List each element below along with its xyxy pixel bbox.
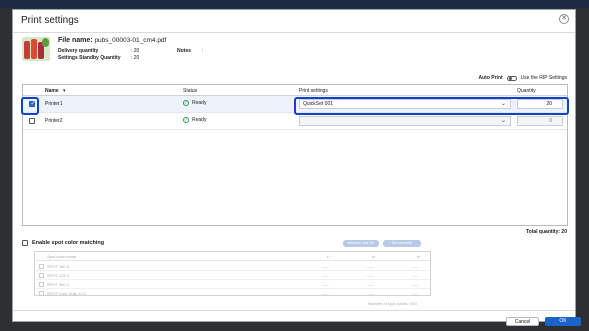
- col-status: Status: [183, 88, 198, 94]
- auto-print-toggle[interactable]: [506, 75, 517, 81]
- spot-checkbox: [39, 290, 44, 296]
- printers-table-header: Name ▾ Status Print settings Quantity: [23, 85, 567, 96]
- col-a: a*: [372, 254, 376, 259]
- col-spot-name: Spot color name: [47, 254, 77, 259]
- file-name-label: File name:: [58, 37, 93, 44]
- notes-label: Notes: [177, 48, 191, 54]
- total-quantity-text: Total quantity: 20: [525, 229, 567, 235]
- print-settings-dialog: Print settings ✕ File name: pubs_00003-0…: [12, 9, 581, 326]
- spot-a: -----: [367, 281, 374, 287]
- spot-table-header: Spot color name L* a* b*: [35, 252, 430, 261]
- file-thumbnail: [22, 37, 50, 61]
- highlight-checkbox: [21, 97, 39, 115]
- col-b: b*: [417, 254, 421, 259]
- list-item: SPOT Cool Gray 11 C ----- ----- -----: [35, 288, 430, 297]
- col-l: L*: [327, 254, 331, 259]
- table-row[interactable]: Printer2 ✓ Ready ⌄ 0: [23, 113, 567, 130]
- spot-name: SPOT 123 C: [47, 272, 70, 278]
- close-icon[interactable]: ✕: [559, 14, 569, 24]
- spot-b: -----: [412, 272, 419, 278]
- spot-l: -----: [322, 263, 329, 269]
- delivery-quantity-label: Delivery quantity: [58, 48, 99, 54]
- delivery-quantity: Delivery quantity: [58, 48, 98, 54]
- spot-name: SPOT 300 C: [47, 281, 70, 287]
- spot-checkbox: [39, 263, 44, 269]
- title-divider: [13, 32, 575, 33]
- spot-b: -----: [412, 263, 419, 269]
- settings-standby-quantity: Settings Standby Quantity: [58, 55, 121, 61]
- spot-l: -----: [322, 281, 329, 287]
- app-backdrop: [0, 0, 589, 8]
- footer-divider: [13, 310, 575, 311]
- quantity-input[interactable]: 0: [517, 116, 563, 126]
- cancel-button[interactable]: Cancel: [506, 317, 539, 326]
- spot-a: -----: [367, 290, 374, 296]
- spot-name: SPOT Cool Gray 11 C: [47, 290, 87, 296]
- spot-b: -----: [412, 290, 419, 296]
- printer-status: ✓ Ready: [183, 117, 206, 123]
- printer-status: ✓ Ready: [183, 100, 206, 106]
- delivery-quantity-value: : 20: [131, 48, 140, 54]
- printer-name: Printer1: [45, 101, 63, 107]
- total-quantity: Total quantity: 20: [526, 229, 567, 235]
- spot-color-count: Number of spot colors: 0/10: [368, 301, 418, 306]
- notes: Notes: [177, 48, 191, 54]
- col-print-settings: Print settings: [299, 88, 328, 94]
- printer-name: Printer2: [45, 118, 63, 124]
- row-checkbox[interactable]: [29, 118, 35, 124]
- status-text: Ready: [192, 100, 207, 106]
- file-name-value: pubs_00003-01_cm4.pdf: [94, 37, 167, 44]
- spot-color-checkbox[interactable]: [22, 240, 28, 246]
- settings-standby-value: : 20: [131, 55, 140, 61]
- col-name[interactable]: Name: [45, 88, 59, 94]
- auto-print-toggle-label: Use the RIP Settings: [520, 75, 567, 81]
- spot-a: -----: [367, 263, 374, 269]
- spot-b: -----: [412, 281, 419, 287]
- notes-value: :: [202, 48, 204, 54]
- spot-a: -----: [367, 272, 374, 278]
- spot-checkbox: [39, 272, 44, 278]
- spot-color-label: Enable spot color matching: [32, 240, 105, 246]
- col-quantity: Quantity: [517, 88, 536, 94]
- file-name: File name: pubs_00003-01_cm4.pdf: [58, 37, 166, 44]
- chevron-down-icon: ⌄: [500, 118, 506, 124]
- spot-l: -----: [322, 290, 329, 296]
- status-text: Ready: [192, 117, 207, 123]
- set-manually-button[interactable]: Set Manually: [383, 240, 421, 247]
- print-settings-select[interactable]: ⌄: [299, 116, 511, 126]
- ok-button[interactable]: OK: [545, 317, 581, 326]
- ready-icon: ✓: [183, 117, 189, 123]
- sort-arrow-icon[interactable]: ▾: [63, 88, 66, 94]
- dialog-title: Print settings: [21, 15, 79, 26]
- highlight-settings: [294, 97, 569, 115]
- ready-icon: ✓: [183, 100, 189, 106]
- spot-checkbox: [39, 281, 44, 287]
- spot-color-toggle[interactable]: Enable spot color matching: [22, 240, 104, 246]
- spot-l: -----: [322, 272, 329, 278]
- auto-print: Auto Print Use the RIP Settings: [479, 75, 568, 81]
- measure-and-set-button[interactable]: Measure and Set: [343, 240, 379, 247]
- auto-print-label: Auto Print: [478, 75, 503, 81]
- settings-standby-label: Settings Standby Quantity: [58, 55, 121, 61]
- spot-name: SPOT 100 C: [47, 263, 70, 269]
- spot-color-table: Spot color name L* a* b* SPOT 100 C ----…: [34, 251, 431, 296]
